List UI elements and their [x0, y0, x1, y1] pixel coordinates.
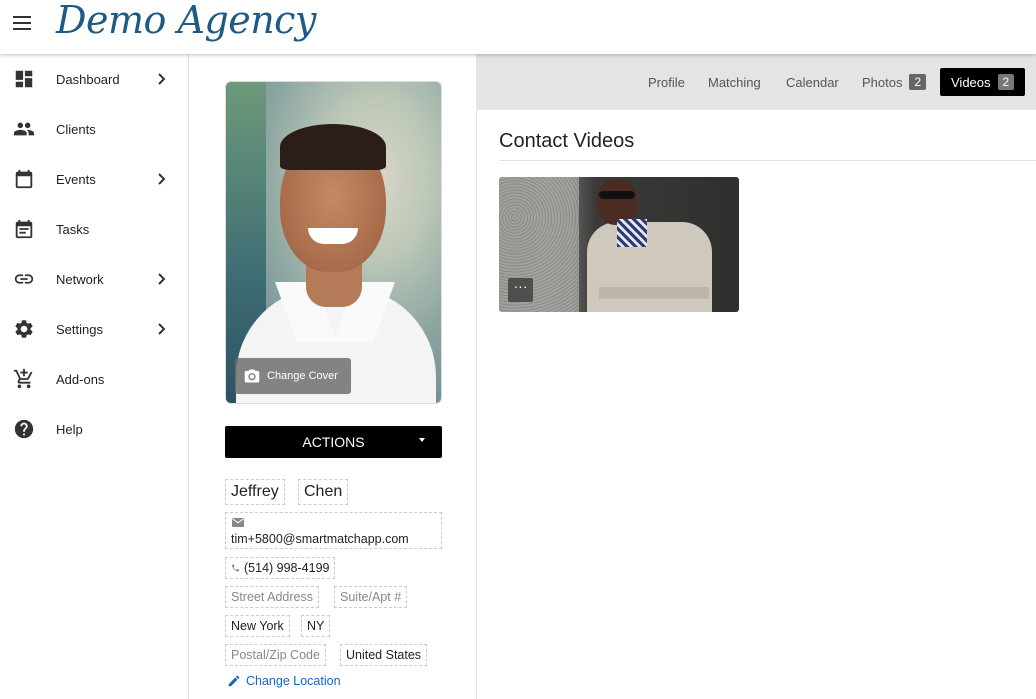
tab-label: Calendar: [786, 74, 839, 90]
divider: [499, 160, 1036, 161]
sidebar-item-clients[interactable]: Clients: [0, 104, 188, 154]
sidebar-item-label: Tasks: [56, 221, 90, 237]
sidebar-item-label: Add-ons: [56, 371, 105, 387]
sidebar-item-label: Network: [56, 271, 104, 287]
camera-icon: [244, 369, 260, 383]
state-field[interactable]: NY: [301, 615, 331, 637]
calendar-icon: [15, 169, 33, 189]
sidebar-item-events[interactable]: Events: [0, 154, 188, 204]
actions-dropdown-button[interactable]: ACTIONS: [225, 426, 442, 458]
actions-label: ACTIONS: [302, 434, 365, 450]
country-field[interactable]: United States: [340, 644, 428, 666]
change-cover-label: Change Cover: [267, 370, 338, 382]
phone-field[interactable]: (514) 998-4199: [225, 557, 336, 579]
phone-value: (514) 998-4199: [244, 561, 330, 575]
sidebar-item-label: Help: [56, 421, 83, 437]
tab-matching[interactable]: Matching: [708, 68, 761, 96]
sidebar: Dashboard Clients Events Tasks Network S…: [0, 54, 189, 699]
photos-count-badge: 2: [909, 74, 927, 90]
sidebar-item-label: Events: [56, 171, 96, 187]
tab-profile[interactable]: Profile: [648, 68, 685, 96]
mail-icon: [232, 518, 244, 527]
change-cover-button[interactable]: Change Cover: [235, 358, 351, 394]
sidebar-item-label: Settings: [56, 321, 103, 337]
tab-photos[interactable]: Photos 2: [862, 68, 927, 96]
sidebar-item-tasks[interactable]: Tasks: [0, 204, 188, 254]
section-title: Contact Videos: [499, 130, 635, 152]
tab-label: Photos: [862, 74, 903, 90]
last-name-field[interactable]: Chen: [298, 479, 349, 505]
suite-field[interactable]: Suite/Apt #: [334, 586, 408, 608]
tab-label: Videos: [951, 74, 991, 90]
profile-panel: Change Cover ACTIONS Jeffrey Chen tim+58…: [189, 54, 477, 699]
menu-icon[interactable]: [13, 16, 33, 32]
link-icon: [14, 274, 34, 284]
help-icon: [14, 419, 34, 439]
phone-icon: [232, 564, 239, 572]
top-bar: Demo Agency: [0, 0, 1036, 54]
tab-label: Matching: [708, 74, 761, 90]
tab-videos[interactable]: Videos 2: [940, 68, 1026, 96]
cover-photo: Change Cover: [225, 81, 442, 404]
people-icon: [13, 122, 35, 136]
sidebar-item-add-ons[interactable]: Add-ons: [0, 354, 188, 404]
street-address-field[interactable]: Street Address: [225, 586, 319, 608]
change-location-link[interactable]: Change Location: [227, 674, 341, 688]
email-value: tim+5800@smartmatchapp.com: [231, 532, 409, 546]
tab-calendar[interactable]: Calendar: [786, 68, 839, 96]
main-content: Profile Matching Calendar Photos 2 Videos…: [477, 54, 1036, 699]
chevron-right-icon: [158, 323, 166, 335]
tab-label: Profile: [648, 74, 685, 90]
email-field[interactable]: tim+5800@smartmatchapp.com: [225, 512, 442, 549]
sidebar-item-dashboard[interactable]: Dashboard: [0, 54, 188, 104]
cart-icon: [13, 368, 33, 389]
chevron-right-icon: [158, 73, 166, 85]
city-field[interactable]: New York: [225, 615, 290, 637]
first-name-field[interactable]: Jeffrey: [225, 479, 285, 505]
gear-icon: [15, 320, 33, 338]
zip-field[interactable]: Postal/Zip Code: [225, 644, 326, 666]
brand-logo[interactable]: Demo Agency: [56, 0, 316, 42]
chevron-right-icon: [158, 173, 166, 185]
videos-count-badge: 2: [997, 74, 1015, 90]
pencil-icon: [228, 675, 240, 687]
video-thumbnail[interactable]: ···: [499, 177, 739, 312]
tasks-icon: [15, 219, 33, 239]
sidebar-item-label: Clients: [56, 121, 96, 137]
change-location-label: Change Location: [246, 674, 341, 688]
sidebar-item-label: Dashboard: [56, 71, 120, 87]
tab-bar: Profile Matching Calendar Photos 2 Videos…: [477, 54, 1036, 110]
sidebar-item-settings[interactable]: Settings: [0, 304, 188, 354]
more-options-button[interactable]: ···: [508, 278, 533, 302]
sidebar-item-help[interactable]: Help: [0, 404, 188, 454]
sidebar-item-network[interactable]: Network: [0, 254, 188, 304]
chevron-right-icon: [158, 273, 166, 285]
caret-down-icon: [419, 438, 425, 442]
dashboard-icon: [15, 70, 33, 88]
